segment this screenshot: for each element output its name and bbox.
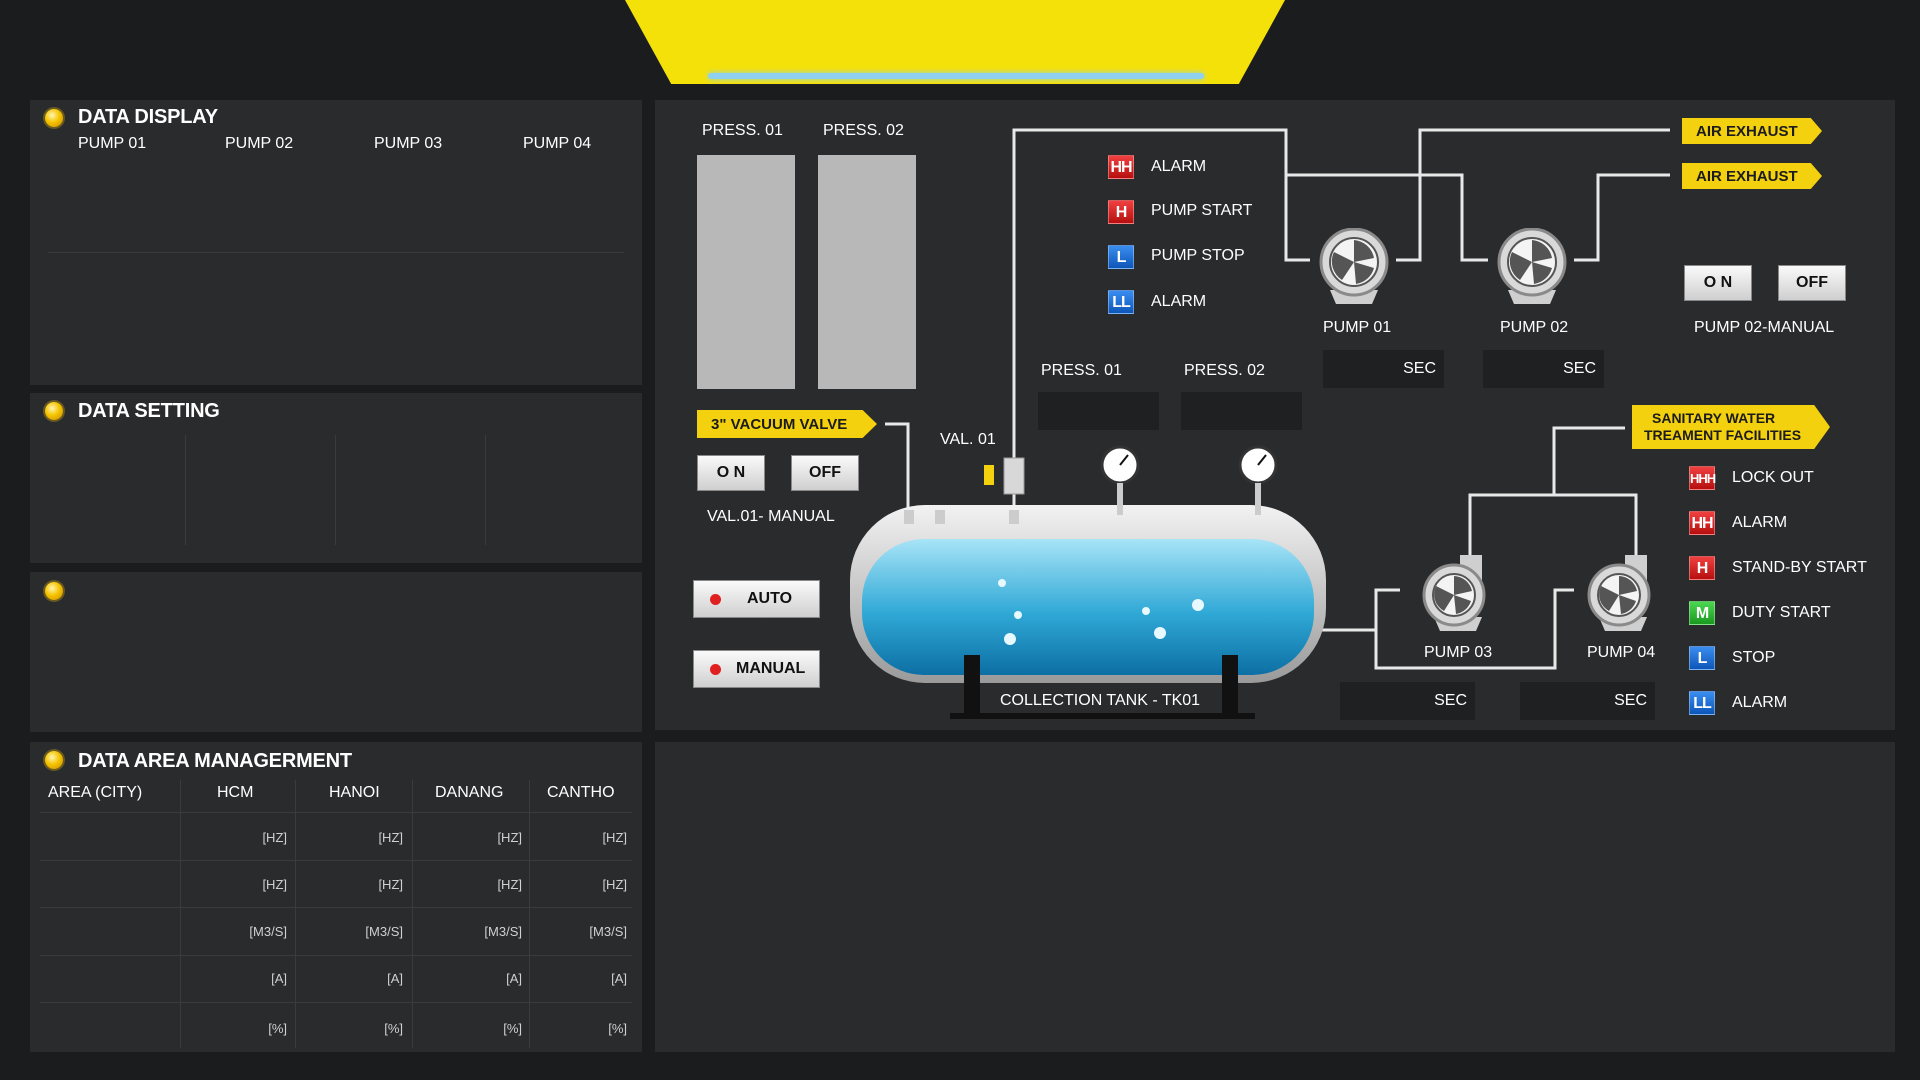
status-dot-icon [710,664,721,675]
pump02-off-button[interactable]: OFF [1778,265,1846,301]
pump-04-icon [1587,555,1651,631]
pump02-manual-label: PUMP 02-MANUAL [1694,319,1835,336]
press-readout-02 [1181,392,1302,430]
sanitary-tag-line2: TREAMENT FACILITIES [1644,427,1802,443]
pressure-gauge-icon [1238,445,1278,515]
pump-03-icon [1422,555,1486,631]
h-badge-icon: H [1108,200,1134,224]
legend-label: LOCK OUT [1732,469,1814,486]
h-badge-icon: H [1689,556,1715,580]
pump-04-label: PUMP 04 [1587,644,1656,661]
nozzle [1009,510,1019,524]
pump-01-label: PUMP 01 [1323,319,1392,336]
press-bar-01 [697,155,795,389]
legend-label: PUMP STOP [1151,247,1245,264]
press-readout-label-01: PRESS. 01 [1041,362,1122,379]
legend-label: STOP [1732,649,1776,666]
valve-off-button[interactable]: OFF [791,455,859,491]
nozzle [935,510,945,524]
m-badge-icon: M [1689,601,1715,625]
legend-label: STAND-BY START [1732,559,1867,576]
valve-manual-label: VAL.01- MANUAL [707,508,835,525]
status-dot-icon [710,594,721,605]
air-exhaust-tag-1: AIR EXHAUST [1682,118,1822,144]
press-bar-label-02: PRESS. 02 [823,122,904,139]
valve-label: VAL. 01 [940,431,996,448]
sec-label: SEC [1614,692,1647,709]
pump02-on-button[interactable]: O N [1684,265,1752,301]
ll-badge-icon: LL [1108,290,1134,314]
sanitary-tag: SANITARY WATER TREAMENT FACILITIES [1632,405,1830,449]
hh-badge-icon: HH [1689,511,1715,535]
hhh-badge-icon: HHH [1689,466,1716,490]
pressure-gauge-icon [1100,445,1140,515]
l-badge-icon: L [1108,245,1134,269]
legend-label: DUTY START [1732,604,1831,621]
press-bar-02 [818,155,916,389]
vacuum-valve-tag: 3" VACUUM VALVE [697,410,877,438]
pump-02-timer: SEC [1483,350,1604,388]
press-readout-01 [1038,392,1159,430]
l-badge-icon: L [1689,646,1715,670]
sec-label: SEC [1563,360,1596,377]
sanitary-tag-line1: SANITARY WATER [1652,410,1776,426]
collection-tank [850,505,1326,719]
press-bar-label-01: PRESS. 01 [702,122,783,139]
pump-03-timer: SEC [1340,682,1475,720]
pump-01-icon [1319,228,1389,304]
sec-label: SEC [1403,360,1436,377]
pump-02-label: PUMP 02 [1500,319,1569,336]
nozzle [904,510,914,524]
ll-badge-icon: LL [1689,691,1715,715]
auto-button[interactable]: AUTO [693,580,820,618]
valve-on-button[interactable]: O N [697,455,765,491]
manual-label: MANUAL [736,660,806,677]
pump-03-label: PUMP 03 [1424,644,1493,661]
manual-button[interactable]: MANUAL [693,650,820,688]
auto-label: AUTO [747,590,793,607]
sec-label: SEC [1434,692,1467,709]
air-exhaust-tag-2: AIR EXHAUST [1682,163,1822,189]
legend-label: ALARM [1151,293,1207,310]
legend-label: ALARM [1151,158,1207,175]
legend-label: ALARM [1732,514,1788,531]
pump-01-timer: SEC [1323,350,1444,388]
hh-badge-icon: HH [1108,155,1134,179]
press-readout-label-02: PRESS. 02 [1184,362,1265,379]
tank-label: COLLECTION TANK - TK01 [1000,692,1201,709]
pump-02-icon [1497,228,1567,304]
pump-04-timer: SEC [1520,682,1655,720]
legend-label: PUMP START [1151,202,1253,219]
legend-label: ALARM [1732,694,1788,711]
